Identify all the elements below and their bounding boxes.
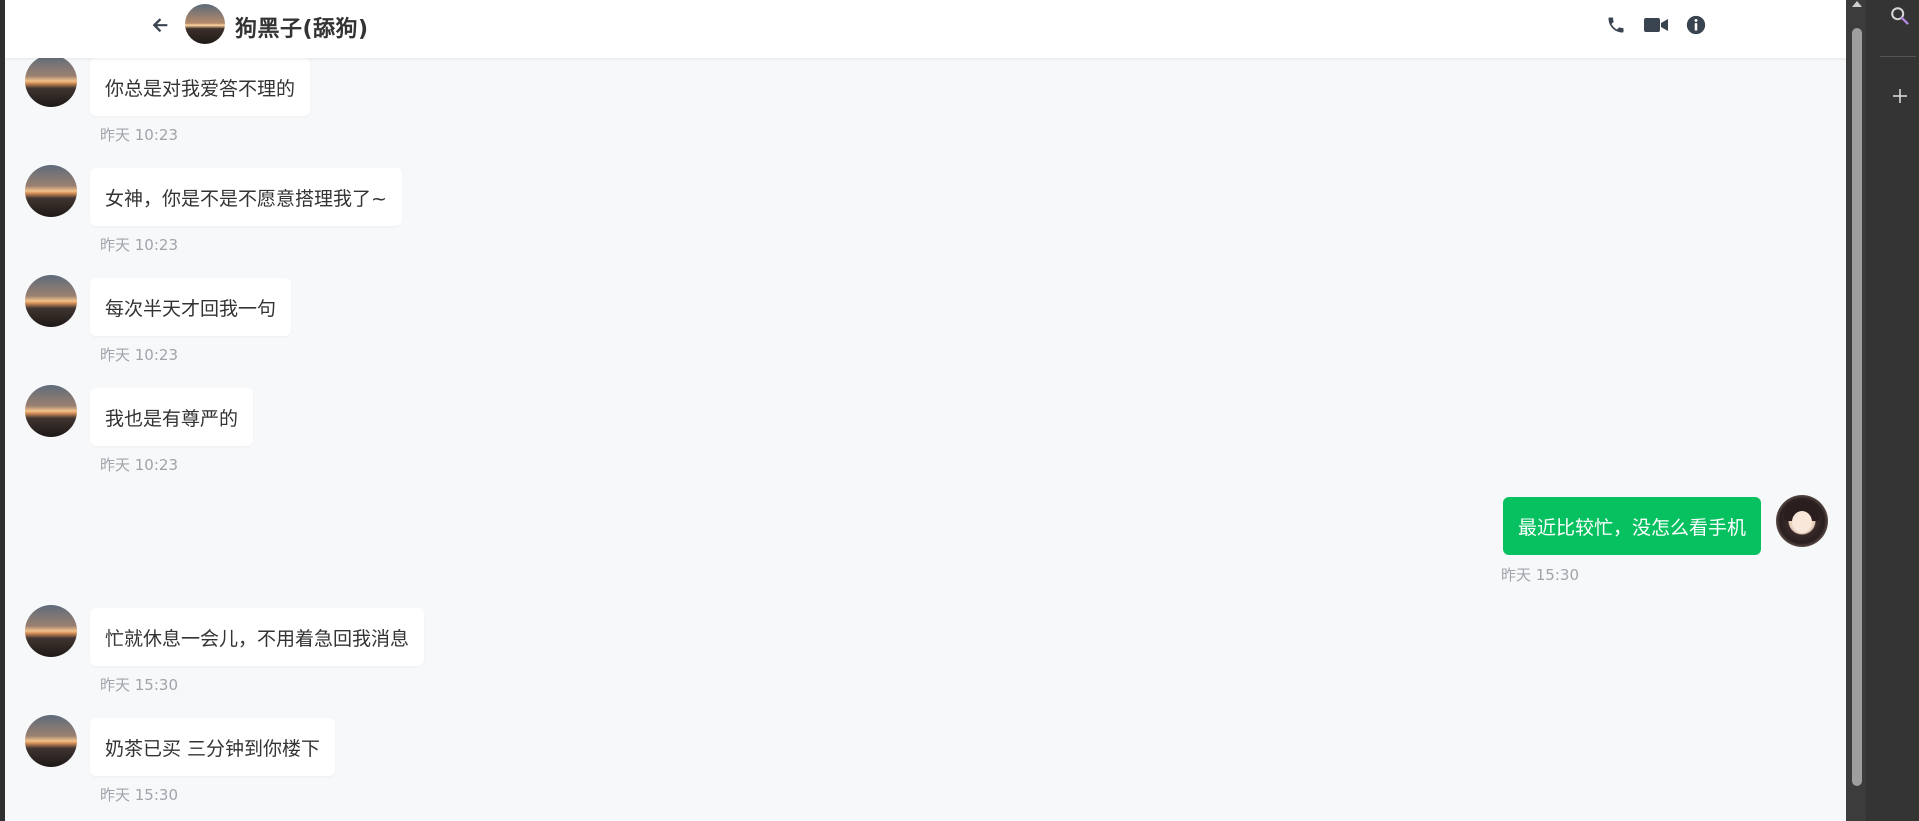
message-bubble[interactable]: 女神，你是不是不愿意搭理我了~ [90,168,402,226]
message-time: 昨天 10:23 [100,126,178,144]
add-button[interactable] [1886,82,1914,110]
message-time: 昨天 15:30 [1501,566,1579,584]
chat-header: 狗黑子(舔狗) [5,0,1846,58]
avatar-face [1792,511,1812,533]
info-icon [1686,15,1706,35]
contact-avatar[interactable] [185,4,225,44]
phone-icon [1608,17,1624,33]
video-camera-icon [1644,18,1668,32]
side-divider [1880,56,1916,57]
my-message-bubble[interactable]: 最近比较忙，没怎么看手机 [1502,497,1761,555]
scroll-up-arrow-icon[interactable] [1852,1,1862,7]
message-bubble[interactable]: 你总是对我爱答不理的 [90,58,311,116]
message-bubble[interactable]: 我也是有尊严的 [90,388,254,446]
right-side-panel [1846,0,1919,821]
friend-avatar[interactable] [25,165,77,217]
friend-avatar[interactable] [25,55,77,107]
search-icon [1891,7,1909,25]
friend-avatar[interactable] [25,385,77,437]
message-time: 昨天 10:23 [100,456,178,474]
message-bubble[interactable]: 每次半天才回我一句 [90,278,292,336]
friend-avatar[interactable] [25,715,77,767]
video-call-button[interactable] [1642,11,1670,39]
back-arrow-icon [152,18,168,33]
message-bubble[interactable]: 奶茶已买 三分钟到你楼下 [90,718,336,776]
message-time: 昨天 10:23 [100,236,178,254]
voice-call-button[interactable] [1602,11,1630,39]
message-time: 昨天 10:23 [100,346,178,364]
back-button[interactable] [143,9,177,41]
message-bubble[interactable]: 忙就休息一会儿，不用着急回我消息 [90,608,425,666]
message-time: 昨天 15:30 [100,786,178,804]
plus-icon [1893,89,1907,103]
chat-window: 狗黑子(舔狗) 你总是对我爱答不理的 昨天 10:23 女神，你是不是不愿意搭理… [5,0,1846,821]
friend-avatar[interactable] [25,605,77,657]
scrollbar[interactable] [1846,0,1866,821]
my-avatar[interactable] [1776,495,1828,547]
contact-name: 狗黑子(舔狗) [235,17,369,42]
scrollbar-thumb[interactable] [1852,28,1862,786]
search-button[interactable] [1886,2,1914,30]
message-time: 昨天 15:30 [100,676,178,694]
friend-avatar[interactable] [25,275,77,327]
chat-info-button[interactable] [1682,11,1710,39]
